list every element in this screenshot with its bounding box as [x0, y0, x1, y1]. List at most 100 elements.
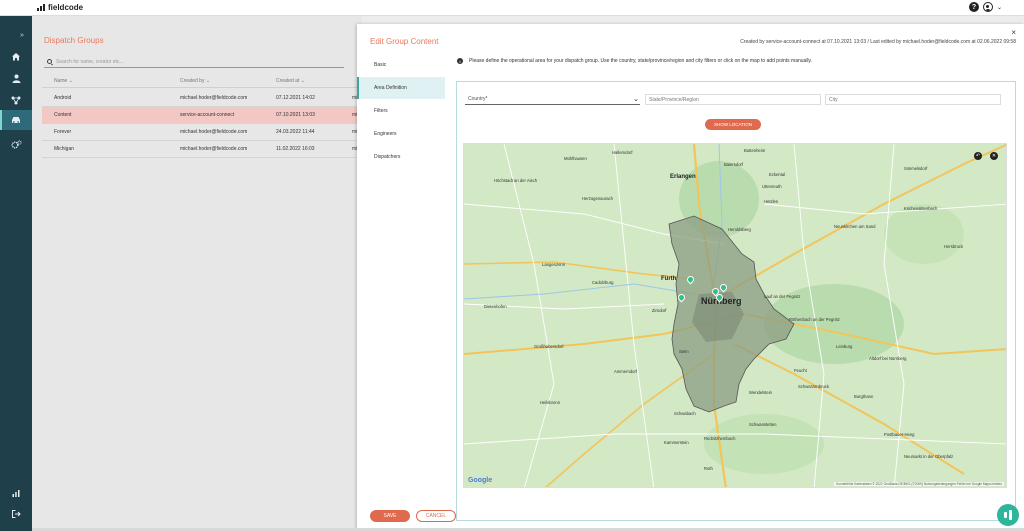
tab-dispatchers[interactable]: Dispatchers — [357, 146, 445, 168]
map-label: Heilsbronn — [540, 400, 561, 405]
map-label: Uttenreuth — [762, 184, 782, 189]
city-input[interactable]: City — [825, 94, 1001, 105]
save-button[interactable]: SAVE — [370, 510, 410, 522]
app-logo[interactable]: fieldcode — [37, 3, 83, 12]
map-label: Rednitzhembach — [704, 436, 736, 441]
map-label: Kirchensittenbach — [904, 206, 938, 211]
map-label: Feucht — [794, 368, 807, 373]
map-label: Schwarzenbruck — [798, 384, 829, 389]
groups-search-input[interactable]: Search for name, creator etc... — [44, 56, 344, 68]
map-label: Neumarkt in der Oberpfalz — [904, 454, 954, 459]
row-created-at: 07.12.2021 14:02 — [276, 95, 315, 101]
state-input[interactable]: State/Province/Region — [645, 94, 821, 105]
map-delete-icon[interactable]: ✕ — [990, 152, 998, 160]
tab-engineers[interactable]: Engineers — [357, 123, 445, 145]
edit-group-modal: Edit Group Content × Created by service-… — [357, 24, 1024, 531]
column-header-created-by[interactable]: Created by ⌄ — [180, 78, 210, 84]
help-icon[interactable]: ? — [968, 2, 979, 12]
row-created-by: michael.hoder@fieldcode.com — [180, 146, 248, 152]
map-label: Stein — [679, 349, 689, 354]
map-label: Langenzenn — [542, 262, 566, 267]
map-label: Postbauer-Heng — [884, 432, 915, 437]
row-created-at: 07.10.2021 13:03 — [276, 112, 315, 118]
table-row[interactable]: Android michael.hoder@fieldcode.com 07.1… — [42, 90, 362, 107]
map-label: Hetzles — [764, 199, 778, 204]
map-label: Buttenheim — [744, 148, 766, 153]
chevron-down-icon: ⌄ — [633, 96, 639, 103]
side-navigation: » — [0, 16, 32, 531]
country-label: Country* — [468, 96, 488, 102]
map-label: Wendelstein — [749, 390, 772, 395]
city-placeholder: City — [829, 96, 838, 103]
table-row[interactable]: Michigan michael.hoder@fieldcode.com 11.… — [42, 141, 362, 158]
table-row-selected[interactable]: Content service-account-connect 07.10.20… — [42, 107, 362, 124]
map-label: Hallerndorf — [612, 150, 633, 155]
map-label: Burgthann — [854, 394, 874, 399]
show-location-button[interactable]: SHOW LOCATION — [705, 119, 761, 130]
map-label: Simmelsdorf — [904, 166, 928, 171]
map-label: Zirndorf — [652, 308, 667, 313]
table-row[interactable]: Forever michael.hoder@fieldcode.com 24.0… — [42, 124, 362, 141]
map-label: Dietenhofen — [484, 304, 507, 309]
row-created-at: 24.03.2022 11:44 — [276, 129, 315, 135]
column-header-name[interactable]: Name ⌄ — [54, 78, 73, 84]
person-icon[interactable] — [0, 68, 32, 88]
map-label: Röthenbach an der Pegnitz — [789, 317, 840, 322]
column-header-created-at[interactable]: Created at ⌄ — [276, 78, 305, 84]
row-created-by: service-account-connect — [180, 112, 235, 118]
country-select[interactable]: Country* ⌄ — [465, 94, 640, 105]
map-label: Ammerndorf — [614, 369, 638, 374]
cancel-button[interactable]: CANCEL — [416, 510, 456, 522]
google-logo: Google — [468, 477, 493, 484]
map-label: Kammerstein — [664, 440, 689, 445]
state-placeholder: State/Province/Region — [649, 96, 699, 103]
map-label: Roth — [704, 466, 713, 471]
close-icon[interactable]: × — [1011, 28, 1016, 37]
expand-nav-icon[interactable]: » — [20, 32, 24, 39]
fieldcode-logo-icon — [37, 4, 45, 11]
map-label: Fürth — [661, 276, 677, 282]
tab-basic[interactable]: Basic — [357, 54, 445, 76]
row-name: Android — [54, 95, 72, 101]
user-avatar-icon[interactable] — [982, 2, 993, 12]
chat-widget-icon[interactable] — [997, 504, 1019, 526]
row-name: Forever — [54, 129, 72, 135]
network-icon[interactable] — [0, 90, 32, 110]
map-label: Eckental — [769, 172, 786, 177]
home-icon[interactable] — [0, 46, 32, 66]
map-label: Großhabersdorf — [534, 344, 564, 349]
modal-title: Edit Group Content — [370, 37, 439, 46]
map-label: Cadolzburg — [592, 280, 614, 285]
search-icon — [47, 59, 52, 64]
map-label: Schwabach — [674, 411, 696, 416]
map-label: Neunkirchen am Sand — [834, 224, 876, 229]
top-bar: fieldcode ? ⌄ — [0, 0, 1024, 16]
map-label: Mühlhausen — [564, 156, 587, 161]
map-attribution[interactable]: Kurzbefehle Kartendaten © 2022 GeoBasis-… — [834, 482, 1004, 486]
map-label: Schwanstetten — [749, 422, 777, 427]
modal-meta-info: Created by service-account-connect at 07… — [740, 39, 1016, 45]
area-map[interactable]: ↶ ✕ Nürnberg Erlangen Fürth Buttenheim H… — [463, 143, 1007, 488]
brand-name: fieldcode — [48, 3, 84, 12]
logout-icon[interactable] — [0, 504, 32, 524]
map-label: Lauf an der Pegnitz — [764, 294, 801, 299]
map-canvas — [464, 144, 1006, 487]
map-label: Heroldsberg — [728, 227, 751, 232]
map-label: Herzogenaurach — [582, 196, 613, 201]
info-icon: i — [457, 58, 463, 64]
row-name: Content — [54, 112, 72, 118]
row-created-at: 11.02.2022 16:03 — [276, 146, 315, 152]
chevron-down-icon[interactable]: ⌄ — [997, 4, 1002, 11]
info-message: i Please define the operational area for… — [457, 58, 812, 64]
map-undo-icon[interactable]: ↶ — [974, 152, 982, 160]
tab-filters[interactable]: Filters — [357, 100, 445, 122]
row-name: Michigan — [54, 146, 75, 152]
groups-table-header: Name ⌄ Created by ⌄ Created at ⌄ — [42, 78, 362, 88]
stats-icon[interactable] — [0, 483, 32, 503]
info-text: Please define the operational area for y… — [469, 58, 813, 64]
tab-area-definition[interactable]: Area Definition — [357, 77, 445, 99]
gears-icon[interactable] — [0, 134, 32, 154]
map-label: Hersbruck — [944, 244, 964, 249]
car-icon[interactable] — [0, 110, 32, 130]
dispatch-groups-title: Dispatch Groups — [44, 36, 104, 45]
